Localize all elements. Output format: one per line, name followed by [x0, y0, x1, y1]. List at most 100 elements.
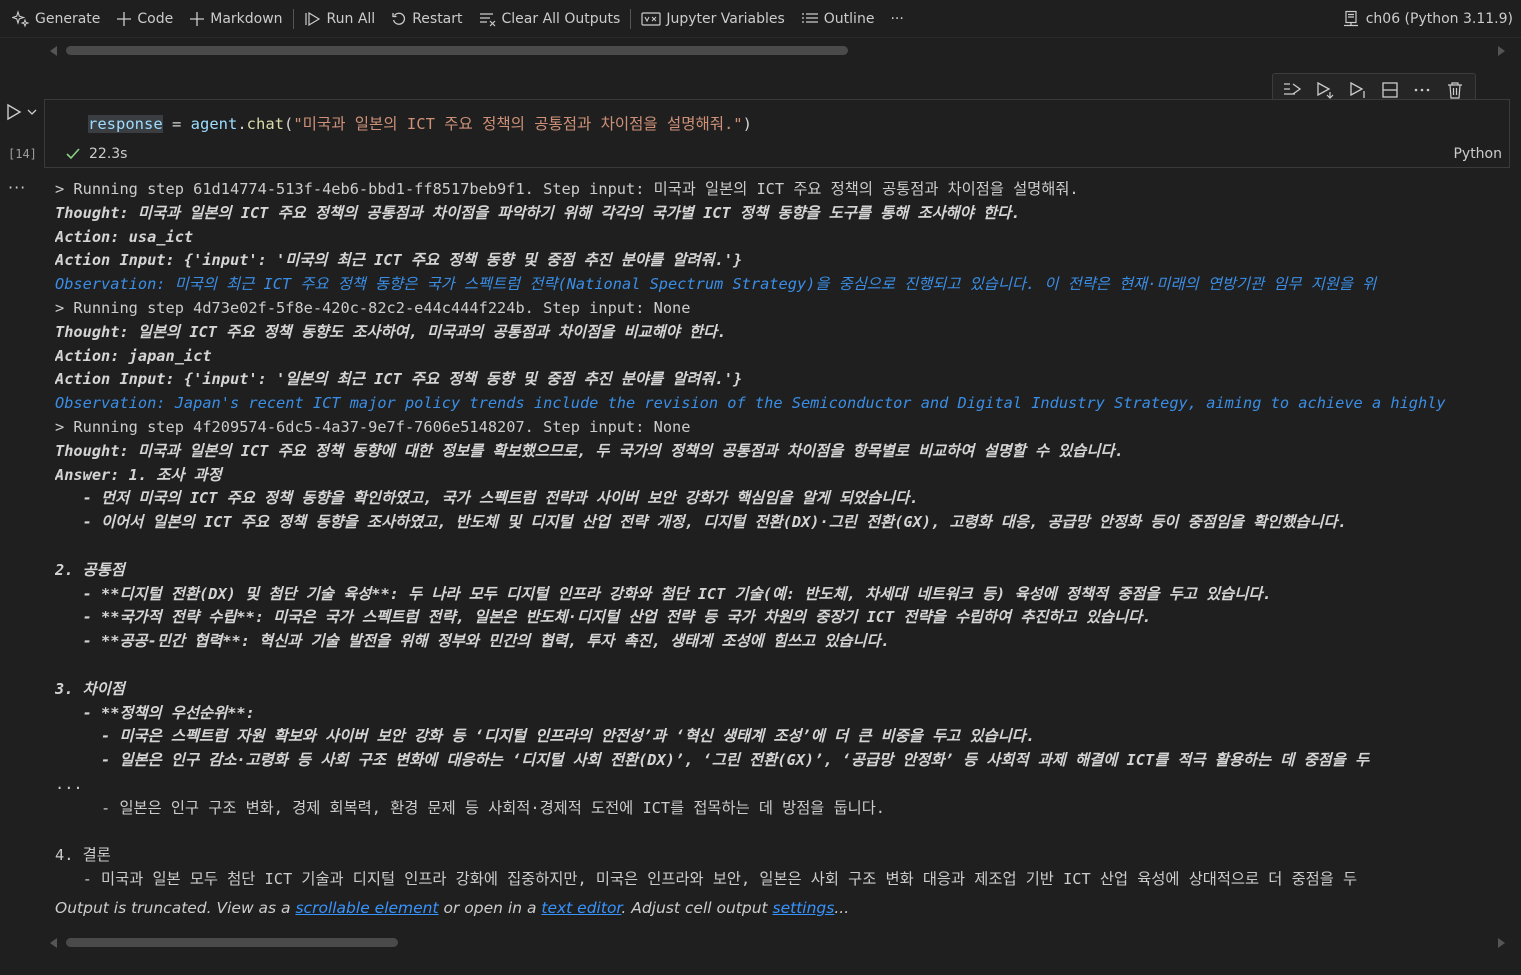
ellipsis-icon [1415, 88, 1430, 92]
code-line[interactable]: response = agent.chat("미국과 일본의 ICT 주요 정책… [88, 112, 752, 134]
output-line: Action Input: {'input': '일본의 최근 ICT 주요 정… [55, 370, 743, 389]
code-object: agent [190, 115, 238, 133]
output-line: - 일본은 인구 감소·고령화 등 사회 구조 변화에 대응하는 ‘디지털 사회… [55, 751, 1370, 770]
clear-all-outputs-label: Clear All Outputs [501, 10, 621, 27]
output-line: - **정책의 우선순위**: [55, 703, 255, 722]
code-paren-open: ( [284, 115, 294, 133]
output-line: Answer: 1. 조사 과정 [55, 465, 222, 484]
generate-label: Generate [35, 10, 101, 27]
output-line: - 일본은 인구 구조 변화, 경제 회복력, 환경 문제 등 사회적·경제적 … [55, 798, 886, 817]
toolbar-divider [630, 8, 632, 29]
split-cell-icon [1382, 82, 1398, 98]
text-editor-link[interactable]: text editor [541, 899, 621, 917]
run-below-icon [1317, 81, 1334, 99]
run-above-icon [1284, 83, 1302, 95]
cell-output: > Running step 61d14774-513f-4eb6-bbd1-f… [55, 178, 1510, 898]
output-line: ... [55, 774, 83, 793]
code-string: "미국과 일본의 ICT 주요 정책의 공통점과 차이점을 설명해줘." [293, 115, 743, 133]
output-line: > Running step 61d14774-513f-4eb6-bbd1-f… [55, 180, 1079, 198]
sparkle-icon [12, 9, 30, 27]
run-all-label: Run All [326, 10, 376, 27]
settings-link[interactable]: settings [773, 899, 835, 917]
chevron-down-icon[interactable] [26, 106, 38, 118]
output-line: 4. 결론 [55, 846, 111, 865]
output-line: > Running step 4d73e02f-5f8e-420c-82c2-e… [55, 298, 691, 317]
scroll-left-icon[interactable] [50, 938, 57, 948]
output-line: Action: japan_ict [55, 346, 212, 365]
jupyter-variables-button[interactable]: Jupyter Variables [633, 5, 792, 33]
execution-count: [14] [8, 147, 37, 161]
output-line: 3. 차이점 [55, 679, 125, 698]
output-line: Thought: 일본의 ICT 주요 정책 동향도 조사하여, 미국과의 공통… [55, 322, 727, 341]
outline-button[interactable]: Outline [793, 5, 883, 33]
kernel-icon [1343, 10, 1358, 27]
scroll-left-icon[interactable] [50, 46, 57, 56]
output-line: - **디지털 전환(DX) 및 첨단 기술 육성**: 두 나라 모두 디지털… [55, 584, 1272, 603]
add-code-cell-button[interactable]: Code [108, 5, 181, 33]
output-more-actions-button[interactable]: ··· [8, 178, 26, 197]
more-actions-button[interactable]: ··· [882, 5, 911, 33]
play-icon [7, 103, 22, 121]
output-line: Thought: 미국과 일본의 ICT 주요 정책 동향에 대한 정보를 확보… [55, 441, 1124, 460]
output-line: - 미국과 일본 모두 첨단 ICT 기술과 디지털 인프라 강화에 집중하지만… [55, 870, 1358, 889]
output-line: > Running step 4f209574-6dc5-4a37-9e7f-7… [55, 417, 691, 436]
run-all-button[interactable]: Run All [296, 5, 384, 33]
output-line: Action Input: {'input': '미국의 최근 ICT 주요 정… [55, 251, 743, 270]
output-line: - **국가적 전략 수립**: 미국은 국가 스펙트럼 전략, 일본은 반도체… [55, 608, 1152, 627]
notebook-toolbar: Generate Code Markdown Run All Restart C… [0, 0, 1521, 38]
scroll-right-icon[interactable] [1498, 938, 1505, 948]
truncation-middle: or open in a [438, 899, 542, 917]
cell-language-button[interactable]: Python [1453, 146, 1502, 162]
execution-duration: 22.3s [89, 146, 128, 162]
code-operator: = [162, 115, 191, 133]
code-function: chat [246, 115, 284, 133]
output-line: Observation: Japan's recent ICT major po… [55, 394, 1446, 413]
top-horizontal-scrollbar[interactable] [50, 43, 1505, 57]
run-all-icon [304, 11, 320, 26]
code-dot: . [237, 115, 247, 133]
check-icon [66, 148, 80, 160]
restart-icon [392, 12, 406, 25]
output-line: Action: usa_ict [55, 227, 194, 246]
truncation-suffix: ... [834, 899, 850, 917]
output-line: Observation: 미국의 최근 ICT 주요 정책 동향은 국가 스펙트… [55, 275, 1377, 294]
markdown-label: Markdown [210, 10, 283, 27]
truncation-middle-2: . Adjust cell output [621, 899, 773, 917]
code-cell-editor[interactable]: response = agent.chat("미국과 일본의 ICT 주요 정책… [44, 99, 1510, 168]
add-markdown-cell-button[interactable]: Markdown [181, 5, 290, 33]
output-line: - **공공-민간 협력**: 혁신과 기술 발전을 위해 정부와 민간의 협력… [55, 632, 890, 651]
scrollable-element-link[interactable]: scrollable element [295, 899, 438, 917]
toolbar-divider [292, 8, 294, 29]
clear-all-icon [479, 12, 495, 26]
variables-icon [641, 11, 661, 26]
code-paren-close: ) [742, 115, 752, 133]
outline-label: Outline [823, 10, 875, 27]
run-cell-button[interactable] [6, 103, 38, 121]
restart-button[interactable]: Restart [383, 5, 470, 33]
scrollbar-thumb[interactable] [66, 938, 398, 947]
plus-icon [117, 11, 132, 26]
scroll-right-icon[interactable] [1498, 46, 1505, 56]
execution-status: 22.3s [65, 146, 127, 162]
output-line: 2. 공통점 [55, 560, 125, 579]
truncation-notice: Output is truncated. View as a scrollabl… [55, 899, 849, 917]
generate-button[interactable]: Generate [4, 5, 108, 33]
run-cell-icon [1350, 81, 1365, 98]
output-line: - 미국은 스펙트럼 자원 확보와 사이버 보안 강화 등 ‘디지털 인프라의 … [55, 727, 1035, 746]
plus-icon [190, 11, 205, 26]
trash-icon [1447, 82, 1462, 99]
code-variable: response [88, 115, 163, 133]
outline-icon [801, 12, 818, 23]
clear-all-outputs-button[interactable]: Clear All Outputs [471, 5, 629, 33]
scrollbar-thumb[interactable] [66, 46, 848, 55]
kernel-label: ch06 (Python 3.11.9) [1365, 11, 1513, 27]
jupyter-variables-label: Jupyter Variables [666, 10, 785, 27]
ellipsis-icon: ··· [890, 10, 904, 27]
kernel-picker[interactable]: ch06 (Python 3.11.9) [1342, 5, 1513, 33]
output-line: Thought: 미국과 일본의 ICT 주요 정책의 공통점과 차이점을 파악… [55, 203, 1021, 222]
code-label: Code [137, 10, 174, 27]
restart-label: Restart [412, 10, 463, 27]
bottom-horizontal-scrollbar[interactable] [50, 935, 1505, 949]
